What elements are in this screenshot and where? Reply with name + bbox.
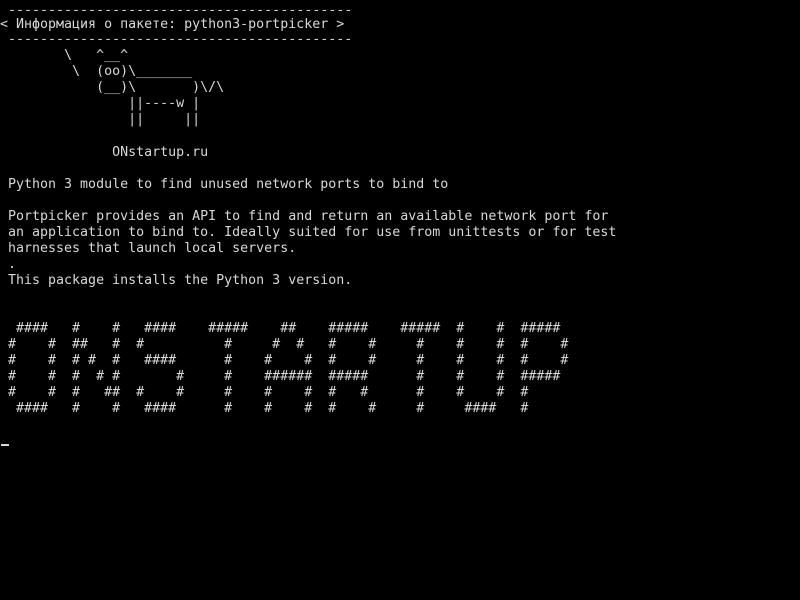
bubble-bottom-border: ----------------------------------------… (0, 32, 353, 47)
description-line: Portpicker provides an API to find and r… (0, 209, 609, 224)
bubble-title: < Информация о пакете: python3-portpicke… (0, 17, 345, 32)
banner-art-line: # # # # # #### # # # # # # # # # # (0, 353, 569, 368)
banner-art-line: #### # # #### # # # # # # #### # (0, 401, 529, 416)
package-summary: Python 3 module to find unused network p… (0, 177, 449, 192)
description-line: an application to bind to. Ideally suite… (0, 225, 617, 240)
description-line: . (0, 257, 17, 272)
cow-art-line: || || (0, 112, 201, 127)
description-line: This package installs the Python 3 versi… (0, 273, 353, 288)
text-cursor-icon (1, 444, 9, 446)
site-label: ONstartup.ru (0, 145, 209, 160)
cow-art-line: (__)\ )\/\ (0, 80, 225, 95)
banner-art-line: # # ## # # # # # # # # # # # # (0, 337, 569, 352)
terminal-screen[interactable]: ----------------------------------------… (0, 0, 800, 600)
description-line: harnesses that launch local servers. (0, 241, 297, 256)
banner-art-line: #### # # #### ##### ## ##### ##### # # #… (0, 321, 561, 336)
cow-art-line: \ ^__^ (0, 48, 129, 63)
cow-art-line: \ (oo)\_______ (0, 64, 193, 79)
banner-art-line: # # # # # # # ###### ##### # # # ##### (0, 369, 561, 384)
cow-art-line: ||----w | (0, 96, 201, 111)
banner-art-line: # # # ## # # # # # # # # # # # (0, 385, 529, 400)
